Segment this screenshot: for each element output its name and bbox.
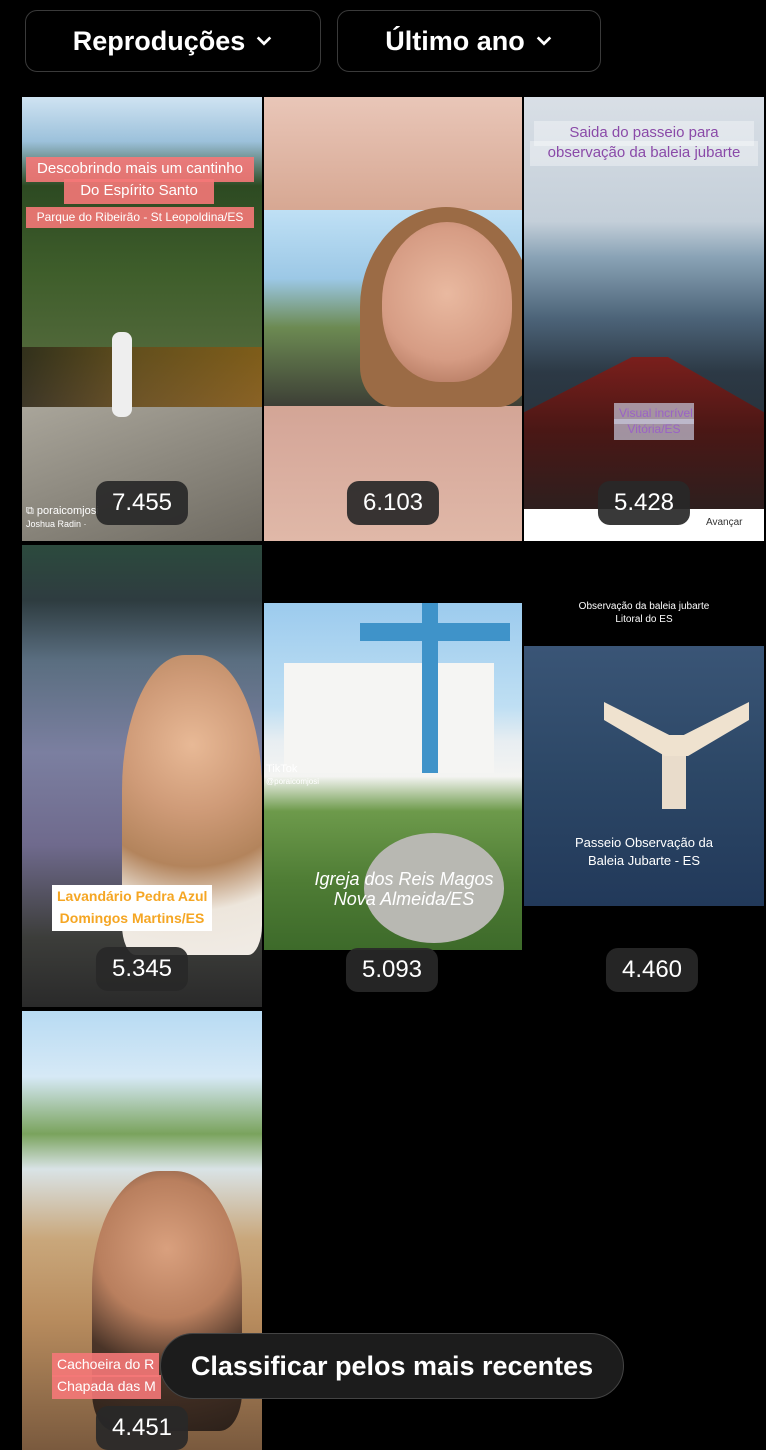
cross-image	[422, 603, 438, 773]
tiktok-icon: ⧉	[26, 505, 37, 517]
reel-tile[interactable]: Lavandário Pedra Azul Domingos Martins/E…	[22, 545, 262, 1007]
metric-filter-label: Reproduções	[72, 25, 246, 56]
church-image	[284, 663, 494, 773]
watermark: ⧉ poraicomjosi Joshua Radin ·	[26, 505, 99, 529]
video-caption: Cachoeira do R	[52, 1353, 160, 1377]
video-caption: Litoral do ES	[615, 614, 673, 625]
play-count-badge: 5.093	[345, 948, 439, 992]
metric-filter-dropdown[interactable]: Reproduções	[25, 10, 321, 72]
period-filter-label: Último ano	[385, 25, 525, 56]
video-caption: Parque do Ribeirão - St Leopoldina/ES	[26, 207, 254, 228]
reel-tile[interactable]: TikTok @poraicomjosi Igreja dos Reis Mag…	[264, 603, 522, 950]
period-filter-dropdown[interactable]: Último ano	[337, 10, 601, 72]
reel-tile[interactable]: Descobrindo mais um cantinho Do Espírito…	[22, 97, 262, 541]
play-count-badge: 5.345	[95, 947, 189, 991]
chevron-down-icon	[536, 36, 552, 46]
video-caption: Vitória/ES	[614, 419, 694, 440]
chevron-down-icon	[257, 36, 272, 46]
reel-tile[interactable]: 6.103	[264, 97, 522, 541]
advance-label: Avançar	[706, 517, 743, 528]
play-count-badge: 4.460	[605, 948, 699, 992]
reel-tile[interactable]: Observação da baleia jubarte Litoral do …	[524, 564, 764, 906]
play-count-badge: 4.451	[95, 1406, 189, 1450]
video-caption: Chapada das M	[52, 1375, 161, 1399]
video-caption: Do Espírito Santo	[64, 179, 214, 204]
play-count-badge: 6.103	[346, 481, 440, 525]
video-caption: Domingos Martins/ES	[52, 907, 212, 931]
sort-by-recent-button[interactable]: Classificar pelos mais recentes	[160, 1333, 624, 1399]
watermark: TikTok @poraicomjosi	[266, 763, 320, 786]
sort-button-label: Classificar pelos mais recentes	[190, 1350, 594, 1381]
video-caption: observação da baleia jubarte	[530, 141, 758, 166]
person-figure	[112, 332, 132, 417]
video-caption: Baleia Jubarte - ES	[587, 853, 700, 868]
play-count-badge: 7.455	[95, 481, 189, 525]
video-caption: Nova Almeida/ES	[333, 889, 475, 909]
face-image	[382, 222, 512, 382]
play-count-badge: 5.428	[597, 481, 691, 525]
video-caption: Lavandário Pedra Azul	[52, 885, 212, 909]
reel-tile[interactable]: Saida do passeio para observação da bale…	[524, 97, 764, 541]
